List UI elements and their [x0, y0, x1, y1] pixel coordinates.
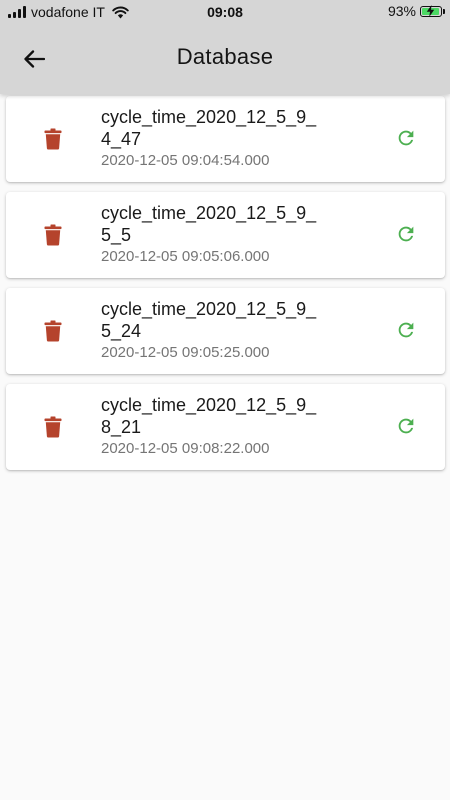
record-name: cycle_time_2020_12_5_9_ 4_47 [101, 106, 371, 150]
restore-button[interactable] [393, 413, 419, 439]
record-text: cycle_time_2020_12_5_9_ 5_5 2020-12-05 0… [101, 202, 371, 266]
record-name: cycle_time_2020_12_5_9_ 8_21 [101, 394, 371, 438]
status-time: 09:08 [207, 4, 243, 20]
trash-icon [44, 224, 62, 246]
record-text: cycle_time_2020_12_5_9_ 5_24 2020-12-05 … [101, 298, 371, 362]
refresh-icon [398, 226, 414, 242]
record-date: 2020-12-05 09:08:22.000 [101, 440, 270, 457]
page-title: Database [176, 44, 274, 69]
battery-icon [420, 4, 445, 17]
refresh-icon [398, 322, 414, 338]
delete-button[interactable] [38, 122, 68, 156]
charging-bolt-icon [426, 4, 435, 17]
battery-percent: 93% [387, 3, 416, 19]
record-name-line-2: 5_5 [101, 225, 132, 245]
delete-button[interactable] [38, 410, 68, 444]
trash-icon [44, 128, 62, 150]
record-name-line-1: cycle_time_2020_12_5_9_ [101, 395, 317, 415]
record-name-line-1: cycle_time_2020_12_5_9_ [101, 107, 317, 127]
record-list: cycle_time_2020_12_5_9_ 4_47 2020-12-05 … [6, 96, 445, 480]
restore-button[interactable] [393, 125, 419, 151]
record-card-1: cycle_time_2020_12_5_9_ 4_47 2020-12-05 … [6, 96, 445, 182]
battery-tip [443, 8, 445, 14]
status-right: 93% [387, 3, 445, 19]
record-card-3: cycle_time_2020_12_5_9_ 5_24 2020-12-05 … [6, 288, 445, 374]
refresh-icon [398, 130, 414, 146]
refresh-icon [398, 418, 414, 434]
delete-button[interactable] [38, 314, 68, 348]
header: vodafone IT 09:08 93% Database [0, 0, 450, 94]
status-bar: vodafone IT 09:08 93% [0, 0, 450, 24]
record-date: 2020-12-05 09:05:06.000 [101, 248, 270, 265]
trash-icon [44, 416, 62, 438]
record-name-line-1: cycle_time_2020_12_5_9_ [101, 299, 317, 319]
record-name: cycle_time_2020_12_5_9_ 5_24 [101, 298, 371, 342]
record-text: cycle_time_2020_12_5_9_ 8_21 2020-12-05 … [101, 394, 371, 458]
record-name: cycle_time_2020_12_5_9_ 5_5 [101, 202, 371, 246]
restore-button[interactable] [393, 221, 419, 247]
record-date: 2020-12-05 09:04:54.000 [101, 152, 270, 169]
app-bar: Database [0, 24, 450, 94]
trash-icon [44, 320, 62, 342]
delete-button[interactable] [38, 218, 68, 252]
record-name-line-2: 8_21 [101, 417, 142, 437]
record-card-4: cycle_time_2020_12_5_9_ 8_21 2020-12-05 … [6, 384, 445, 470]
record-name-line-2: 5_24 [101, 321, 142, 341]
record-name-line-1: cycle_time_2020_12_5_9_ [101, 203, 317, 223]
record-text: cycle_time_2020_12_5_9_ 4_47 2020-12-05 … [101, 106, 371, 170]
record-date: 2020-12-05 09:05:25.000 [101, 344, 270, 361]
record-name-line-2: 4_47 [101, 129, 142, 149]
restore-button[interactable] [393, 317, 419, 343]
record-card-2: cycle_time_2020_12_5_9_ 5_5 2020-12-05 0… [6, 192, 445, 278]
